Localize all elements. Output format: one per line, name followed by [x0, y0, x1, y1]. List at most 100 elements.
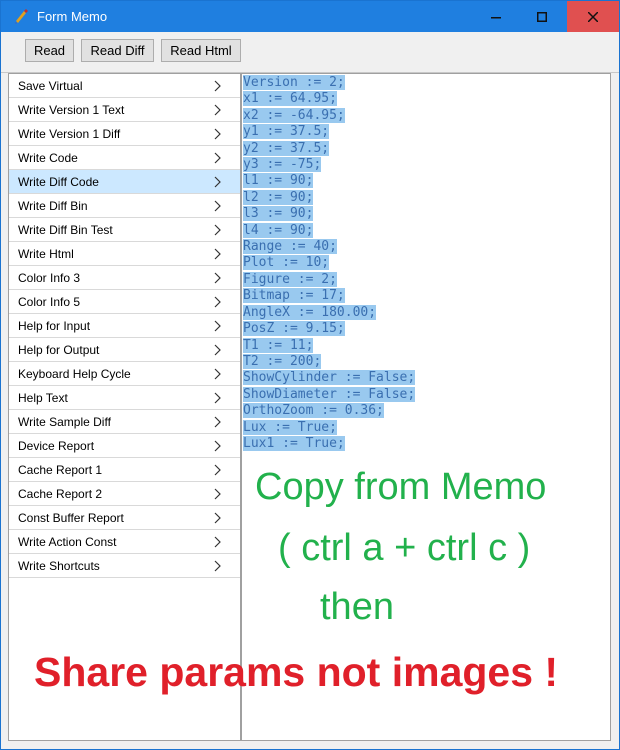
read-diff-button[interactable]: Read Diff: [81, 39, 154, 62]
menu-item-label: Help for Input: [18, 319, 91, 333]
minimize-button[interactable]: [473, 1, 519, 32]
memo-line-text: y3 := -75;: [243, 157, 322, 173]
annotation-share-params: Share params not images !: [34, 649, 559, 695]
menu-item[interactable]: Cache Report 1: [9, 458, 240, 482]
menu-item[interactable]: Write Code: [9, 146, 240, 170]
menu-item-label: Keyboard Help Cycle: [18, 367, 131, 381]
menu-item[interactable]: Write Shortcuts: [9, 554, 240, 578]
memo-line-text: OrthoZoom := 0.36;: [243, 403, 384, 419]
memo-line-text: AngleX := 180.00;: [243, 304, 377, 320]
chevron-right-icon: [214, 392, 221, 404]
read-html-button[interactable]: Read Html: [161, 39, 241, 62]
memo-line-text: Figure := 2;: [243, 271, 337, 287]
menu-item-label: Save Virtual: [18, 79, 83, 93]
maximize-button[interactable]: [519, 1, 565, 32]
memo-line: x2 := -64.95;: [243, 107, 415, 124]
menu-item[interactable]: Keyboard Help Cycle: [9, 362, 240, 386]
memo-content: Version := 2; x1 := 64.95; x2 := -64.95; y1…: [243, 75, 416, 452]
menu-item[interactable]: Color Info 5: [9, 290, 240, 314]
chevron-right-icon: [214, 512, 221, 524]
window-title: Form Memo: [37, 9, 108, 24]
memo-line-text: Plot := 10;: [243, 255, 330, 271]
chevron-right-icon: [214, 464, 221, 476]
menu-item-label: Write Diff Bin: [18, 199, 88, 213]
menu-item[interactable]: Device Report: [9, 434, 240, 458]
close-button[interactable]: [567, 1, 619, 32]
action-menu: Save Virtual Write Version 1 Text Write Ve…: [8, 73, 241, 741]
memo-line: PosZ := 9.15;: [243, 321, 415, 337]
memo-line-text: x1 := 64.95;: [243, 91, 337, 107]
memo-line: ShowCylinder := False;: [243, 370, 416, 386]
menu-item[interactable]: Cache Report 2: [9, 482, 240, 506]
memo-line-text: Range := 40;: [243, 239, 337, 255]
chevron-right-icon: [214, 344, 221, 356]
chevron-right-icon: [214, 80, 221, 92]
menu-item[interactable]: Write Sample Diff: [9, 410, 240, 434]
title-bar[interactable]: Form Memo: [1, 1, 619, 32]
memo-line-text: T1 := 11;: [243, 337, 314, 353]
menu-item-label: Color Info 5: [18, 295, 81, 309]
menu-item[interactable]: Write Version 1 Diff: [9, 122, 240, 146]
menu-item[interactable]: Write Version 1 Text: [9, 98, 240, 122]
chevron-right-icon: [214, 416, 221, 428]
annotation-then: then: [320, 586, 394, 628]
minimize-icon: [491, 16, 501, 18]
menu-item[interactable]: Color Info 3: [9, 266, 240, 290]
memo-line: l4 := 90;: [243, 222, 415, 239]
chevron-right-icon: [214, 104, 221, 116]
chevron-right-icon: [214, 536, 221, 548]
chevron-right-icon: [214, 440, 221, 452]
menu-item[interactable]: Write Html: [9, 242, 240, 266]
menu-item-label: Write Diff Code: [18, 175, 99, 189]
chevron-right-icon: [214, 248, 221, 260]
memo-line: x1 := 64.95;: [243, 91, 415, 107]
memo-line: ShowDiameter := False;: [243, 386, 416, 403]
menu-item[interactable]: Write Action Const: [9, 530, 240, 554]
menu-item[interactable]: Save Virtual: [9, 74, 240, 98]
menu-item[interactable]: Const Buffer Report: [9, 506, 240, 530]
memo-line: y1 := 37.5;: [243, 124, 415, 140]
memo-line: Lux := True;: [243, 419, 415, 436]
menu-item-label: Write Code: [18, 151, 78, 165]
menu-item[interactable]: Write Diff Code: [9, 170, 240, 194]
chevron-right-icon: [214, 296, 221, 308]
chevron-right-icon: [214, 224, 221, 236]
menu-item-label: Cache Report 1: [18, 463, 103, 477]
memo-line: l2 := 90;: [243, 189, 415, 206]
memo-line-text: Lux := True;: [243, 419, 337, 435]
menu-item-label: Write Version 1 Text: [18, 103, 125, 117]
menu-item-label: Write Version 1 Diff: [18, 127, 121, 141]
menu-item-label: Const Buffer Report: [18, 511, 124, 525]
menu-item[interactable]: Write Diff Bin Test: [9, 218, 240, 242]
menu-item-label: Color Info 3: [18, 271, 81, 285]
memo-line: Plot := 10;: [243, 255, 415, 271]
menu-item[interactable]: Write Diff Bin: [9, 194, 240, 218]
memo-line-text: y1 := 37.5;: [243, 124, 330, 140]
memo-line: y3 := -75;: [243, 157, 415, 173]
memo-line: Bitmap := 17;: [243, 288, 415, 304]
chevron-right-icon: [214, 272, 221, 284]
memo-line: Lux1 := True;: [243, 435, 415, 452]
menu-item[interactable]: Help for Input: [9, 314, 240, 338]
toolbar: Read Read Diff Read Html: [1, 32, 619, 73]
chevron-right-icon: [214, 320, 221, 332]
chevron-right-icon: [214, 200, 221, 212]
menu-item[interactable]: Help for Output: [9, 338, 240, 362]
memo-line-text: Lux1 := True;: [243, 435, 345, 451]
memo-line-text: l2 := 90;: [243, 189, 314, 205]
memo-line-text: ShowCylinder := False;: [243, 370, 416, 386]
memo-line: T2 := 200;: [243, 353, 415, 370]
memo-textarea[interactable]: Version := 2; x1 := 64.95; x2 := -64.95; y1…: [241, 73, 611, 741]
chevron-right-icon: [214, 128, 221, 140]
menu-item-label: Write Shortcuts: [18, 559, 100, 573]
paint-icon: [15, 9, 28, 24]
read-button[interactable]: Read: [25, 39, 74, 62]
chevron-right-icon: [214, 176, 221, 188]
memo-line-text: T2 := 200;: [243, 353, 322, 369]
memo-line: y2 := 37.5;: [243, 140, 415, 157]
chevron-right-icon: [214, 152, 221, 164]
menu-item[interactable]: Help Text: [9, 386, 240, 410]
memo-line-text: l1 := 90;: [243, 173, 314, 189]
annotation-shortcut: ( ctrl a + ctrl c ): [278, 527, 531, 569]
memo-line-text: y2 := 37.5;: [243, 140, 330, 156]
